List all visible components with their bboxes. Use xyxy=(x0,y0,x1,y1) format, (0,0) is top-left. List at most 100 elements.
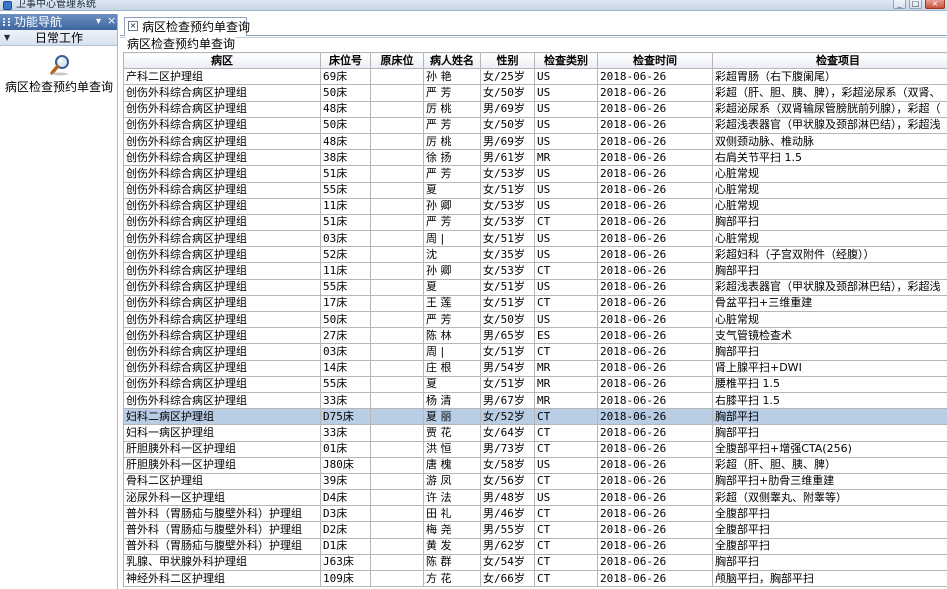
header-col-exam-type[interactable]: 检查类别 xyxy=(534,52,598,70)
cell-col-exam-time: 2018-06-26 xyxy=(597,569,713,588)
cell-col-ward: 创伤外科综合病区护理组 xyxy=(123,116,321,134)
table-row[interactable]: 创伤外科综合病区护理组 33床 杨 清男/67岁 MR 2018-06-26 右膝平扫 1… xyxy=(123,391,947,410)
minimize-button[interactable]: _ xyxy=(893,0,906,9)
cell-col-ward: 创伤外科综合病区护理组 xyxy=(123,294,321,313)
table-row[interactable]: 神经外科二区护理组 109床 方 花女/66岁 CT 2018-06-26 颅脑平扫，胸部… xyxy=(123,569,947,588)
table-row[interactable]: 创伤外科综合病区护理组 55床 夏女/51岁 US 2018-06-26 彩超浅表器官（甲… xyxy=(123,278,947,296)
cell-col-exam-item: 胸部平扫+肋骨三维重建 xyxy=(712,472,947,491)
table-row[interactable]: 创伤外科综合病区护理组 48床 厉 桃男/69岁 US 2018-06-26 彩超泌尿系（… xyxy=(123,100,947,118)
cell-col-gender-age: 女/54岁 xyxy=(480,553,535,572)
cell-col-patient-name: 许 法 xyxy=(423,489,481,507)
table-row[interactable]: 妇科二病区护理组 D75床 夏 丽女/52岁 CT 2018-06-26 胸部平扫 xyxy=(123,408,947,426)
cell-col-exam-time: 2018-06-26 xyxy=(597,197,713,215)
table-row[interactable]: 创伤外科综合病区护理组 50床 严 芳女/50岁 US 2018-06-26 心脏常规 xyxy=(123,310,947,329)
cell-col-gender-age: 女/50岁 xyxy=(480,84,535,102)
table-row[interactable]: 泌尿外科一区护理组 D4床 许 法男/48岁 US 2018-06-26 彩超（双侧睾丸、… xyxy=(123,489,947,507)
table-row[interactable]: 肝胆胰外科一区护理组 01床 洪 恒男/73岁 CT 2018-06-26 全腹部平扫+增… xyxy=(123,440,947,458)
cell-col-ward: 创伤外科综合病区护理组 xyxy=(123,181,321,199)
cell-col-bed: 48床 xyxy=(320,100,371,118)
table-row[interactable]: 创伤外科综合病区护理组 52床 沈女/35岁 US 2018-06-26 彩超妇科（子宫双… xyxy=(123,246,947,264)
cell-col-exam-type: CT xyxy=(534,424,598,442)
table-row[interactable]: 创伤外科综合病区护理组 03床 周 | 女/51岁 CT 2018-06-26 胸部平扫 xyxy=(123,343,947,361)
cell-col-exam-time: 2018-06-26 xyxy=(597,100,713,118)
cell-col-exam-item: 骨盆平扫+三维重建 xyxy=(712,294,947,313)
cell-col-exam-item: 全腹部平扫 xyxy=(712,505,947,523)
cell-col-patient-name: 夏 丽 xyxy=(423,408,481,426)
header-col-gender-age[interactable]: 性别 xyxy=(480,52,535,70)
table-row[interactable]: 创伤外科综合病区护理组 17床 王 莲女/51岁 CT 2018-06-26 骨盆平扫+三… xyxy=(123,294,947,313)
cell-col-bed: D1床 xyxy=(320,537,371,555)
group-box-title: 病区检查预约单查询 xyxy=(126,37,237,51)
cell-col-gender-age: 女/51岁 xyxy=(480,230,535,248)
table-row[interactable]: 创伤外科综合病区护理组 51床 严 芳女/53岁 CT 2018-06-26 胸部平扫 xyxy=(123,213,947,232)
cell-col-patient-name: 厉 桃 xyxy=(423,132,481,151)
table-row[interactable]: 创伤外科综合病区护理组 03床 周 | 女/51岁 US 2018-06-26 心脏常规 xyxy=(123,230,947,248)
cell-col-bed: 50床 xyxy=(320,84,371,102)
cell-col-exam-time: 2018-06-26 xyxy=(597,343,713,361)
tab-ward-exam-query[interactable]: × 病区检查预约单查询 xyxy=(124,17,250,36)
cell-col-ward: 妇科二病区护理组 xyxy=(123,408,321,426)
header-col-original-bed[interactable]: 原床位 xyxy=(370,52,424,70)
maximize-button[interactable]: □ xyxy=(909,0,922,9)
cell-col-ward: 创伤外科综合病区护理组 xyxy=(123,343,321,361)
nav-group-daily-work[interactable]: ▼ 日常工作 xyxy=(0,30,117,46)
navigation-close-icon[interactable]: × xyxy=(107,14,116,28)
table-row[interactable]: 创伤外科综合病区护理组 11床 孙 卿女/53岁 CT 2018-06-26 胸部平扫 xyxy=(123,262,947,280)
table-row[interactable]: 普外科（胃肠疝与腹壁外科）护理组 D2床 梅 尧男/55岁 CT 2018-06-26 全… xyxy=(123,521,947,539)
exam-appointment-grid[interactable]: 病区 床位号 原床位 病人姓名 性别 检查类别 检查时间 检查项目 产科二区护理组 69床 孙 艳… xyxy=(123,52,947,589)
header-col-ward[interactable]: 病区 xyxy=(123,52,321,70)
cell-col-exam-time: 2018-06-26 xyxy=(597,310,713,329)
cell-col-gender-age: 女/66岁 xyxy=(480,569,535,588)
tab-close-icon[interactable]: × xyxy=(128,21,138,31)
table-row[interactable]: 创伤外科综合病区护理组 50床 严 芳女/50岁 US 2018-06-26 彩超浅表器官… xyxy=(123,116,947,134)
cell-col-exam-time: 2018-06-26 xyxy=(597,472,713,491)
cell-col-gender-age: 女/51岁 xyxy=(480,343,535,361)
cell-col-exam-time: 2018-06-26 xyxy=(597,505,713,523)
cell-col-bed: 51床 xyxy=(320,213,371,232)
table-row[interactable]: 创伤外科综合病区护理组 27床 陈 林男/65岁 ES 2018-06-26 支气管镜检查… xyxy=(123,327,947,345)
table-row[interactable]: 产科二区护理组 69床 孙 艳女/25岁 US 2018-06-26 彩超胃肠（右下腹阑尾… xyxy=(123,68,947,86)
cell-col-exam-item: 腰椎平扫 1.5 xyxy=(712,375,947,393)
cell-col-patient-name: 陈 林 xyxy=(423,327,481,345)
table-row[interactable]: 创伤外科综合病区护理组 55床 夏女/51岁 US 2018-06-26 心脏常规 xyxy=(123,181,947,199)
cell-col-exam-type: US xyxy=(534,310,598,329)
table-row[interactable]: 创伤外科综合病区护理组 14床 庄 根男/54岁 MR 2018-06-26 肾上腺平扫+… xyxy=(123,359,947,377)
cell-col-ward: 普外科（胃肠疝与腹壁外科）护理组 xyxy=(123,537,321,555)
cell-col-exam-type: MR xyxy=(534,149,598,167)
table-row[interactable]: 肝胆胰外科一区护理组 J80床 唐 槐女/58岁 US 2018-06-26 彩超（肝、胆… xyxy=(123,456,947,474)
cell-col-gender-age: 男/61岁 xyxy=(480,149,535,167)
table-row[interactable]: 骨科二区护理组 39床 游 凤女/56岁 CT 2018-06-26 胸部平扫+肋骨三维重… xyxy=(123,472,947,491)
table-row[interactable]: 创伤外科综合病区护理组 38床 徐 扬男/61岁 MR 2018-06-26 右肩关节平扫… xyxy=(123,149,947,167)
cell-col-gender-age: 女/56岁 xyxy=(480,472,535,491)
table-row[interactable]: 普外科（胃肠疝与腹壁外科）护理组 D3床 田 礼男/46岁 CT 2018-06-26 全… xyxy=(123,505,947,523)
table-row[interactable]: 创伤外科综合病区护理组 48床 厉 桃男/69岁 US 2018-06-26 双侧颈动脉、… xyxy=(123,132,947,151)
navigation-panel: 功能导航 ▾ × ▼ 日常工作 病区检查预约单查询 xyxy=(0,14,118,589)
cell-col-ward: 创伤外科综合病区护理组 xyxy=(123,197,321,215)
table-row[interactable]: 乳腺、甲状腺外科护理组 J63床 陈 群女/54岁 CT 2018-06-26 胸部平扫 xyxy=(123,553,947,572)
cell-col-exam-item: 彩超（双侧睾丸、附睾等） xyxy=(712,489,947,507)
table-row[interactable]: 创伤外科综合病区护理组 51床 严 芳女/53岁 US 2018-06-26 心脏常规 xyxy=(123,165,947,183)
header-col-exam-time[interactable]: 检查时间 xyxy=(597,52,713,70)
cell-col-gender-age: 男/67岁 xyxy=(480,391,535,410)
header-col-exam-item[interactable]: 检查项目 xyxy=(712,52,947,70)
cell-col-bed: 48床 xyxy=(320,132,371,151)
cell-col-gender-age: 女/53岁 xyxy=(480,197,535,215)
table-row[interactable]: 妇科一病区护理组 33床 贾 花女/64岁 CT 2018-06-26 胸部平扫 xyxy=(123,424,947,442)
window-close-button[interactable]: × xyxy=(925,0,945,9)
cell-col-bed: D4床 xyxy=(320,489,371,507)
window-title: 卫事中心管理系统 xyxy=(16,0,96,10)
table-row[interactable]: 创伤外科综合病区护理组 50床 严 芳女/50岁 US 2018-06-26 彩超（肝、胆… xyxy=(123,84,947,102)
cell-col-patient-name: 严 芳 xyxy=(423,116,481,134)
cell-col-patient-name: 唐 槐 xyxy=(423,456,481,474)
cell-col-gender-age: 女/53岁 xyxy=(480,262,535,280)
table-row[interactable]: 创伤外科综合病区护理组 11床 孙 卿女/53岁 US 2018-06-26 心脏常规 xyxy=(123,197,947,215)
table-row[interactable]: 创伤外科综合病区护理组 55床 夏女/51岁 MR 2018-06-26 腰椎平扫 1.5 xyxy=(123,375,947,393)
table-row[interactable]: 普外科（胃肠疝与腹壁外科）护理组 D1床 黄 发男/62岁 CT 2018-06-26 全… xyxy=(123,537,947,555)
header-col-patient-name[interactable]: 病人姓名 xyxy=(423,52,481,70)
cell-col-original-bed xyxy=(370,262,424,280)
header-col-bed[interactable]: 床位号 xyxy=(320,52,371,70)
app-icon xyxy=(3,1,12,10)
nav-item-ward-exam-query[interactable]: 病区检查预约单查询 xyxy=(0,54,118,106)
cell-col-patient-name: 杨 清 xyxy=(423,391,481,410)
pin-dropdown-icon[interactable]: ▾ xyxy=(96,15,101,29)
